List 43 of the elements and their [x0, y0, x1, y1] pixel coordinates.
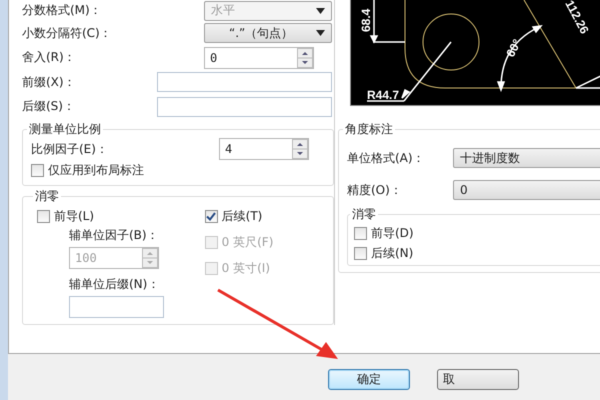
- field-label: 辅单位后缀(N)：: [69, 276, 160, 293]
- checkbox[interactable]: [354, 246, 367, 260]
- checkbox[interactable]: [31, 164, 44, 178]
- field-label: 后缀(S)：: [22, 98, 75, 116]
- group-title: 角度标注: [344, 121, 394, 138]
- dropdown-caret-icon: [316, 30, 325, 36]
- spin-field[interactable]: 0: [204, 46, 314, 69]
- dimension-label: 68.4: [359, 8, 373, 32]
- dimension-label: R44.7: [367, 88, 400, 102]
- field-label: 单位格式(A)：: [347, 150, 426, 166]
- field-label: 分数格式(M)：: [22, 2, 102, 20]
- field-label: 小数分隔符(C)：: [22, 24, 112, 42]
- group-title: 消零: [34, 188, 60, 205]
- group-title: 测量单位比例: [28, 120, 102, 138]
- field-label: 比例因子(E)：: [31, 140, 108, 158]
- spinner-arrows-icon[interactable]: [297, 48, 313, 68]
- input-field[interactable]: [157, 72, 332, 92]
- checkbox-label: 后续(N): [371, 244, 414, 262]
- field-label: 辅单位因子(B)：: [69, 226, 160, 244]
- dialog-button[interactable]: 确定: [328, 369, 410, 390]
- spin-field[interactable]: 4: [219, 138, 309, 160]
- checkmark-icon: [206, 212, 216, 222]
- checkbox[interactable]: [204, 210, 218, 224]
- checkbox[interactable]: [354, 226, 367, 240]
- checkbox-label: 0 英寸(I): [222, 260, 270, 278]
- field-label: 前缀(X)：: [22, 74, 76, 91]
- field-label: 精度(O)：: [347, 182, 403, 198]
- checkbox-label: 0 英尺(F): [222, 234, 274, 252]
- spinner-arrows-icon[interactable]: [292, 139, 308, 160]
- checkbox[interactable]: [37, 210, 50, 224]
- dropdown-caret-icon: [316, 8, 325, 14]
- checkbox-label: 仅应用到布局标注: [48, 162, 144, 180]
- input-field[interactable]: [157, 96, 332, 117]
- dropdown[interactable]: 0: [453, 180, 600, 200]
- dropdown[interactable]: 十进制度数: [453, 148, 600, 168]
- dropdown[interactable]: “.”（句点）: [204, 23, 332, 44]
- dialog-button[interactable]: 取: [437, 369, 519, 390]
- checkbox-label: 后续(T): [222, 208, 262, 226]
- checkbox-label: 前导(D): [371, 224, 414, 242]
- group-title: 消零: [351, 206, 377, 223]
- input-field[interactable]: [69, 296, 164, 318]
- field-label: 舍入(R)：: [22, 49, 76, 66]
- checkbox-label: 前导(L): [54, 208, 94, 226]
